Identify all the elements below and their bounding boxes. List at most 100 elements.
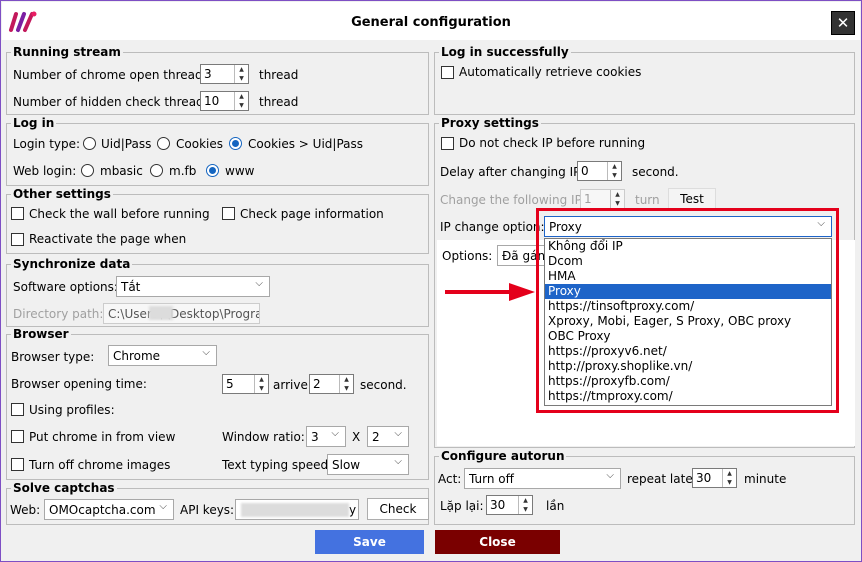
stepper-arrows-icon[interactable]: ▲ ▼	[254, 375, 268, 393]
directory-path-field[interactable]: C:\Users\ \Desktop\Progra	[103, 303, 260, 324]
stepper-arrows-icon[interactable]: ▲ ▼	[607, 162, 621, 180]
lap-stepper[interactable]: 30 ▲ ▼	[486, 495, 533, 515]
group-title: Log in successfully	[439, 45, 571, 59]
arrow-right-icon	[445, 283, 535, 301]
login-type-label: Login type:	[13, 137, 81, 151]
chevron-down-icon: ⌵	[202, 347, 210, 358]
redacted-username	[149, 306, 173, 320]
check-page-label: Check page information	[240, 207, 384, 221]
check-page-checkbox[interactable]	[222, 207, 235, 220]
typing-speed-value: Slow	[332, 458, 361, 472]
check-wall-checkbox[interactable]	[11, 207, 24, 220]
ratio-height-select[interactable]: 2 ⌵	[367, 426, 409, 447]
repeat-value: 30	[696, 471, 712, 485]
api-keys-label: API keys:	[180, 503, 235, 517]
stepper-arrows-icon[interactable]: ▲ ▼	[610, 190, 624, 208]
options-label: Options:	[442, 249, 493, 263]
captcha-web-value: OMOcaptcha.com	[49, 503, 156, 517]
login-type-option: Cookies > Uid|Pass	[248, 137, 363, 151]
stepper-arrows-icon[interactable]: ▲ ▼	[339, 375, 353, 393]
profiles-checkbox[interactable]	[11, 403, 24, 416]
login-success-group: Log in successfully	[434, 45, 855, 115]
group-title: Solve captchas	[11, 481, 117, 495]
web-login-mfb-radio[interactable]	[150, 164, 163, 177]
api-keys-tail: y	[349, 503, 357, 517]
act-value: Turn off	[469, 472, 514, 486]
open-threads-stepper[interactable]: 3 ▲ ▼	[200, 64, 249, 84]
software-options-select[interactable]: Tắt ⌵	[116, 276, 270, 297]
redacted-api-key	[241, 503, 349, 517]
login-type-cookies-uid-radio[interactable]	[229, 137, 242, 150]
turn-off-images-checkbox[interactable]	[11, 458, 24, 471]
browser-type-label: Browser type:	[11, 350, 95, 364]
turn-off-images-label: Turn off chrome images	[29, 458, 171, 472]
change-ip-stepper[interactable]: 1 ▲ ▼	[580, 189, 625, 209]
check-button[interactable]: Check	[367, 498, 429, 520]
hidden-threads-value: 10	[204, 94, 220, 108]
chevron-down-icon: ⌵	[394, 428, 402, 439]
chevron-down-icon: ⌵	[606, 470, 614, 481]
typing-speed-label: Text typing speed:	[222, 458, 333, 472]
open-time-from-stepper[interactable]: 5 ▲ ▼	[222, 374, 269, 394]
captcha-web-select[interactable]: OMOcaptcha.com ⌵	[44, 499, 174, 520]
group-title: Other settings	[11, 187, 113, 201]
software-options-value: Tắt	[121, 280, 141, 294]
directory-path-value: C:\Users\ \Desktop\Progra	[108, 307, 260, 321]
login-type-option: Uid|Pass	[101, 137, 152, 151]
browser-type-select[interactable]: Chrome ⌵	[108, 345, 217, 366]
stepper-arrows-icon[interactable]: ▲ ▼	[722, 469, 736, 487]
arrive-label: arrive	[273, 378, 308, 392]
open-threads-label: Number of chrome open threads:	[13, 68, 213, 82]
open-threads-value: 3	[204, 67, 212, 81]
stepper-arrows-icon[interactable]: ▲ ▼	[234, 65, 248, 83]
stepper-arrows-icon[interactable]: ▲ ▼	[518, 496, 532, 514]
thread-unit: thread	[259, 68, 299, 82]
ratio-height-value: 2	[372, 430, 380, 444]
delay-label: Delay after changing IP:	[440, 165, 585, 179]
reactivate-checkbox[interactable]	[11, 233, 24, 246]
minute-label: minute	[744, 472, 787, 486]
open-time-to-value: 2	[313, 377, 321, 391]
open-time-label: Browser opening time:	[11, 377, 147, 391]
repeat-later-label: repeat later	[627, 472, 698, 486]
highlight-box	[536, 208, 839, 413]
login-type-cookies-radio[interactable]	[157, 137, 170, 150]
close-window-button[interactable]: ✕	[831, 11, 855, 35]
hidden-threads-label: Number of hidden check threads:	[13, 95, 214, 109]
ratio-width-select[interactable]: 3 ⌵	[306, 426, 346, 447]
chevron-down-icon: ⌵	[394, 456, 402, 467]
profiles-label: Using profiles:	[29, 403, 115, 417]
web-login-label: Web login:	[13, 164, 77, 178]
window-title: General configuration	[351, 15, 511, 30]
open-time-to-stepper[interactable]: 2 ▲ ▼	[309, 374, 354, 394]
delay-stepper[interactable]: 0 ▲ ▼	[577, 161, 622, 181]
hidden-threads-stepper[interactable]: 10 ▲ ▼	[200, 91, 249, 111]
auto-cookies-checkbox[interactable]	[441, 66, 454, 79]
act-select[interactable]: Turn off ⌵	[464, 468, 621, 489]
lap-label: Lặp lại:	[440, 499, 484, 513]
turn-label: turn	[635, 193, 660, 207]
open-time-from-value: 5	[226, 377, 234, 391]
save-button[interactable]: Save	[315, 530, 424, 554]
put-view-checkbox[interactable]	[11, 430, 24, 443]
test-button[interactable]: Test	[668, 188, 716, 210]
ratio-x-label: X	[352, 430, 361, 444]
reactivate-label: Reactivate the page when	[29, 232, 187, 246]
check-wall-label: Check the wall before running	[29, 207, 210, 221]
directory-path-label: Directory path:	[13, 307, 104, 321]
chevron-down-icon: ⌵	[159, 501, 167, 512]
web-login-www-radio[interactable]	[206, 164, 219, 177]
login-type-uidpass-radio[interactable]	[83, 137, 96, 150]
stepper-arrows-icon[interactable]: ▲ ▼	[234, 92, 248, 110]
group-title: Proxy settings	[439, 116, 541, 130]
web-login-mbasic-radio[interactable]	[81, 164, 94, 177]
close-button[interactable]: Close	[435, 530, 560, 554]
repeat-stepper[interactable]: 30 ▲ ▼	[692, 468, 737, 488]
typing-speed-select[interactable]: Slow ⌵	[327, 454, 409, 475]
login-type-option: Cookies	[176, 137, 223, 151]
change-ip-label: Change the following IP:	[440, 193, 586, 207]
no-check-ip-checkbox[interactable]	[441, 137, 454, 150]
title-bar: General configuration ✕	[2, 2, 860, 40]
group-title: Running stream	[11, 45, 123, 59]
web-login-option: m.fb	[169, 164, 197, 178]
